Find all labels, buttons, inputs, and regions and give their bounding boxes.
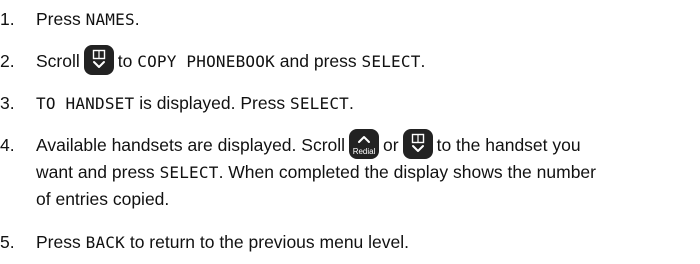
step-text-line-1: Available handsets are displayed. Scroll… [36, 129, 581, 160]
display-menu-copy-phonebook: COPY PHONEBOOK [137, 52, 275, 71]
step-text-end: . [420, 51, 426, 71]
redial-key-label: Redial [352, 147, 376, 157]
step-text-when-completed: . When completed the display shows the n… [218, 162, 596, 182]
display-menu-to-handset: TO HANDSET [36, 94, 135, 113]
step-text-end: . [348, 93, 354, 113]
step-text-return: to return to the previous menu level. [129, 232, 410, 252]
step-number: 4. [0, 135, 15, 155]
step-text-scroll: Scroll [36, 51, 80, 71]
display-key-select: SELECT [361, 52, 421, 71]
step-text-end: . [134, 9, 140, 29]
display-key-select: SELECT [159, 163, 219, 182]
display-key-names: NAMES [85, 10, 135, 29]
step-text-line-3: of entries copied. [36, 189, 170, 209]
display-key-select: SELECT [289, 94, 349, 113]
step-text: Press NAMES. [36, 6, 140, 33]
step-number: 3. [0, 93, 15, 113]
step-text-to: to [117, 51, 133, 71]
step-text-available: Available handsets are displayed. Scroll [36, 135, 346, 155]
phonebook-down-key-icon [402, 129, 433, 160]
display-key-back: BACK [85, 233, 125, 252]
step-text: Press BACK to return to the previous men… [36, 229, 409, 256]
step-text-press: Press [36, 232, 81, 252]
step-number: 1. [0, 9, 15, 29]
instruction-list: 1. Press NAMES. 2. Scroll to COPY PHONEB… [0, 0, 700, 264]
step-text-to-handset: to the handset you [436, 135, 581, 155]
step-text-is-displayed: is displayed. Press [139, 93, 286, 113]
phonebook-down-key-icon [83, 45, 114, 76]
step-text-or: or [383, 135, 399, 155]
step-number: 2. [0, 51, 15, 71]
redial-up-key-icon: Redial [349, 129, 380, 160]
step-text-line-2: want and press SELECT. When completed th… [36, 159, 596, 186]
step-text: Scroll to COPY PHONEBOOK and press SELEC… [36, 45, 426, 76]
step-text-press: Press [36, 9, 81, 29]
step-number: 5. [0, 232, 15, 252]
step-text: TO HANDSET is displayed. Press SELECT. [36, 90, 354, 117]
step-text-and-press: and press [279, 51, 357, 71]
step-text-want-and-press: want and press [36, 162, 155, 182]
